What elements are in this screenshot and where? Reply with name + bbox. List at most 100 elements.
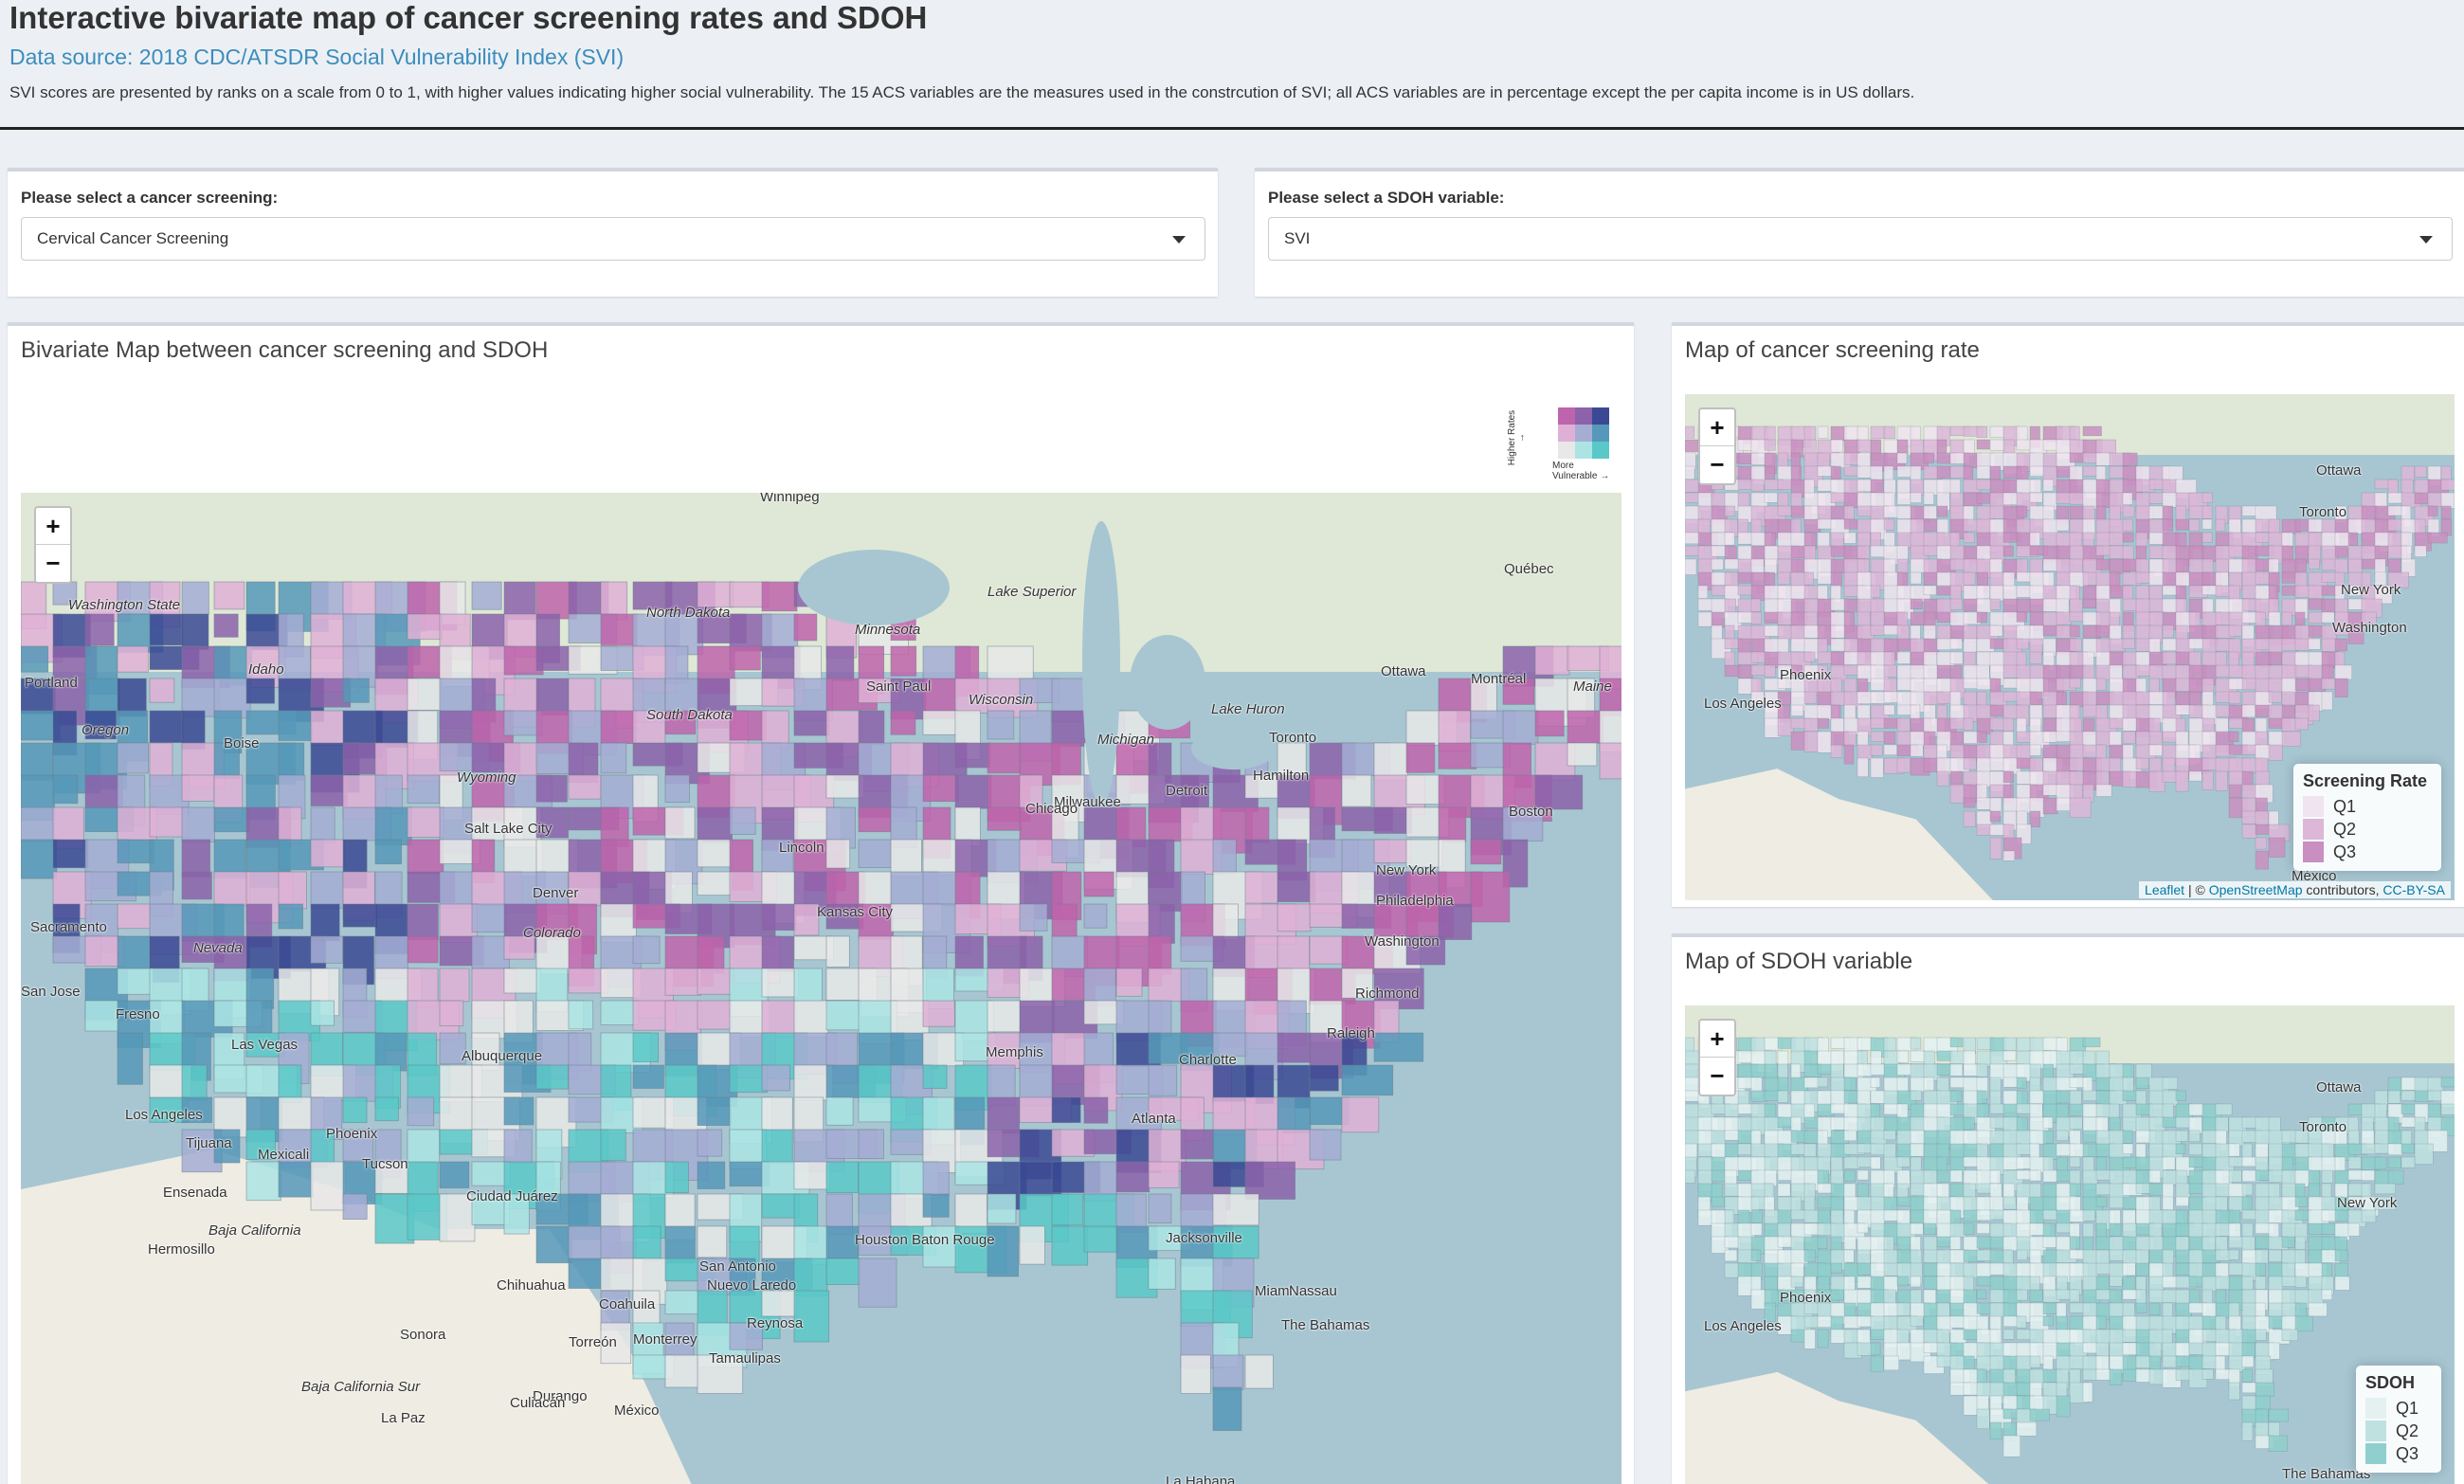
county-shape bbox=[1724, 598, 1736, 613]
osm-link[interactable]: OpenStreetMap bbox=[2209, 882, 2303, 897]
county-shape bbox=[1923, 1103, 1939, 1119]
city-label: Winnipeg bbox=[760, 493, 820, 505]
county-shape bbox=[2215, 664, 2230, 678]
county-shape bbox=[2321, 1289, 2332, 1300]
legend-label: Q3 bbox=[2333, 842, 2357, 861]
county-shape bbox=[1976, 425, 1988, 438]
county-shape bbox=[535, 1064, 570, 1090]
county-shape bbox=[890, 645, 917, 677]
county-shape bbox=[2401, 1116, 2418, 1128]
county-shape bbox=[1083, 1096, 1109, 1124]
sdoh-map[interactable]: Ottawa Toronto New York Los Angeles Phoenix T… bbox=[1685, 1005, 2455, 1484]
county-shape bbox=[1989, 1169, 2002, 1185]
county-shape bbox=[374, 1096, 399, 1122]
bivariate-map[interactable]: Winnipeg Québec Ottawa Montréal Toronto Hamil… bbox=[21, 493, 1622, 1484]
zoom-in-button[interactable]: + bbox=[36, 508, 70, 545]
county-shape bbox=[632, 1064, 664, 1089]
county-shape bbox=[2255, 744, 2271, 760]
county-shape bbox=[2162, 624, 2174, 639]
county-shape bbox=[1910, 1090, 1922, 1101]
county-shape bbox=[1857, 1169, 1869, 1181]
city-label: Phoenix bbox=[1780, 667, 1832, 683]
county-shape bbox=[2255, 810, 2270, 826]
county-shape bbox=[1764, 1222, 1780, 1239]
county-shape bbox=[2188, 1276, 2204, 1288]
county-shape bbox=[181, 613, 209, 650]
city-label: Nuevo Laredo bbox=[707, 1277, 797, 1294]
county-shape bbox=[1790, 1276, 1803, 1288]
city-label: Houston bbox=[855, 1232, 908, 1248]
county-shape bbox=[2109, 1196, 2125, 1209]
county-shape bbox=[2228, 1169, 2242, 1183]
zoom-out-button[interactable]: − bbox=[1700, 446, 1734, 483]
county-shape bbox=[1777, 1183, 1791, 1197]
leaflet-link[interactable]: Leaflet bbox=[2145, 882, 2184, 897]
county-shape bbox=[2308, 1183, 2321, 1200]
county-shape bbox=[1405, 742, 1436, 773]
county-shape bbox=[1963, 1315, 1979, 1331]
county-shape bbox=[1949, 1077, 1966, 1089]
screening-select-label: Please select a cancer screening: bbox=[21, 189, 279, 207]
county-shape bbox=[2042, 1315, 2054, 1327]
county-shape bbox=[1910, 492, 1922, 503]
city-label: Detroit bbox=[1166, 783, 1208, 799]
screening-map[interactable]: Ottawa Toronto New York Washington Los Angel… bbox=[1685, 394, 2455, 900]
sdoh-select[interactable]: SVI bbox=[1268, 217, 2453, 261]
county-shape bbox=[697, 839, 733, 868]
county-shape bbox=[2201, 532, 2213, 543]
county-shape bbox=[2122, 452, 2138, 466]
zoom-out-button[interactable]: − bbox=[1700, 1058, 1734, 1095]
county-shape bbox=[1923, 492, 1934, 505]
county-shape bbox=[987, 1000, 1021, 1033]
county-shape bbox=[2414, 492, 2430, 505]
county-shape bbox=[2002, 545, 2014, 557]
county-shape bbox=[1750, 611, 1762, 624]
county-shape bbox=[1910, 1249, 1923, 1266]
county-shape bbox=[2109, 731, 2122, 747]
county-shape bbox=[407, 1129, 441, 1164]
county-shape bbox=[2215, 1262, 2229, 1278]
county-shape bbox=[1989, 439, 2005, 451]
county-shape bbox=[2148, 532, 2165, 545]
county-shape bbox=[1830, 704, 1841, 720]
county-shape bbox=[1341, 1064, 1394, 1096]
screening-select[interactable]: Cervical Cancer Screening bbox=[21, 217, 1205, 261]
county-shape bbox=[2387, 492, 2402, 504]
county-shape bbox=[1963, 717, 1974, 732]
county-shape bbox=[2215, 611, 2231, 625]
county-shape bbox=[2109, 1209, 2121, 1224]
zoom-in-button[interactable]: + bbox=[1700, 1021, 1734, 1058]
county-shape bbox=[1843, 678, 1857, 695]
county-shape bbox=[1750, 1037, 1766, 1054]
county-shape bbox=[342, 903, 378, 928]
county-shape bbox=[2029, 492, 2043, 503]
county-shape bbox=[793, 1161, 831, 1190]
county-shape bbox=[2122, 585, 2133, 600]
zoom-out-button[interactable]: − bbox=[36, 545, 70, 582]
county-shape bbox=[117, 935, 152, 970]
county-shape bbox=[793, 968, 823, 1003]
county-shape bbox=[2016, 1143, 2033, 1155]
county-shape bbox=[793, 613, 818, 642]
county-shape bbox=[1373, 839, 1412, 863]
county-shape bbox=[1896, 492, 1911, 505]
county-shape bbox=[2029, 1077, 2041, 1092]
county-shape bbox=[2308, 585, 2324, 599]
county-shape bbox=[1936, 770, 1949, 787]
license-link[interactable]: CC-BY-SA bbox=[2382, 882, 2445, 897]
zoom-in-button[interactable]: + bbox=[1700, 409, 1734, 446]
county-shape bbox=[471, 935, 510, 969]
county-shape bbox=[407, 1096, 435, 1127]
county-shape bbox=[2241, 1382, 2257, 1394]
county-shape bbox=[2321, 691, 2333, 711]
city-label: Baja California bbox=[208, 1222, 301, 1239]
county-shape bbox=[2308, 638, 2321, 650]
county-shape bbox=[407, 613, 443, 641]
county-shape bbox=[1764, 1130, 1780, 1146]
county-shape bbox=[213, 871, 251, 907]
county-shape bbox=[1857, 1329, 1871, 1344]
mexico-land bbox=[1685, 769, 1993, 900]
county-shape bbox=[278, 806, 302, 844]
county-shape bbox=[1910, 1222, 1924, 1235]
county-shape bbox=[1737, 664, 1753, 679]
